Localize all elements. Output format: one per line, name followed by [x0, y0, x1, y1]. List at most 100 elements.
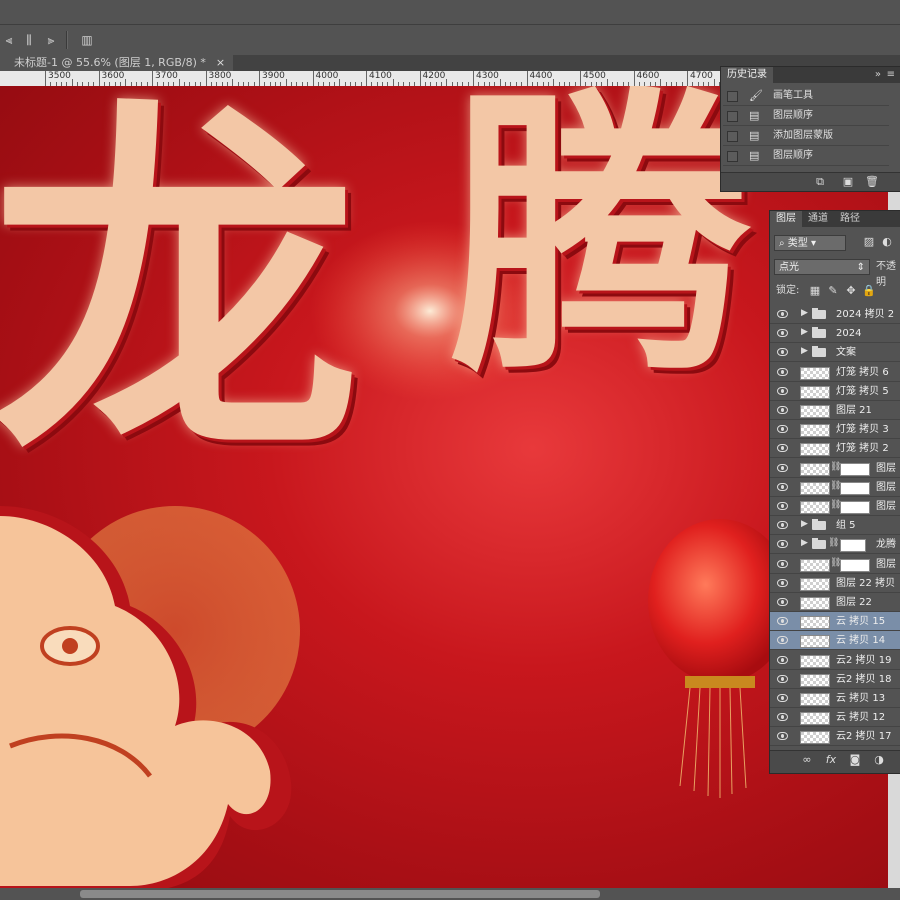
layer-mask-thumbnail[interactable] — [840, 501, 870, 514]
layer-thumbnail[interactable] — [800, 654, 830, 668]
layer-thumbnail[interactable] — [800, 481, 830, 495]
layer-row[interactable]: 灯笼 拷贝 2 — [770, 439, 900, 459]
visibility-eye-icon[interactable] — [777, 482, 788, 491]
lock-transparent-icon[interactable]: ▦ — [808, 284, 822, 298]
visibility-eye-icon[interactable] — [777, 540, 788, 549]
visibility-eye-icon[interactable] — [777, 636, 788, 645]
trash-icon[interactable]: 🗑 — [865, 175, 879, 189]
horizontal-scrollbar[interactable] — [0, 888, 900, 900]
layer-thumbnail[interactable] — [800, 462, 830, 476]
tab-history[interactable]: 历史记录 — [721, 67, 773, 83]
lock-pixels-icon[interactable]: ✎ — [826, 284, 840, 298]
visibility-eye-icon[interactable] — [777, 617, 788, 626]
layer-row[interactable]: ⛓ 图层 — [770, 459, 900, 478]
layer-row[interactable]: ▶ 组 5 — [770, 516, 900, 536]
expand-arrow-icon[interactable]: ▶ — [801, 538, 808, 548]
visibility-eye-icon[interactable] — [777, 444, 788, 453]
layer-row[interactable]: 云 拷贝 14 — [770, 631, 900, 651]
visibility-eye-icon[interactable] — [777, 559, 788, 568]
history-item[interactable]: 🖌 画笔工具 — [723, 86, 889, 106]
tab-channels[interactable]: 通道 — [802, 211, 834, 227]
visibility-eye-icon[interactable] — [777, 348, 788, 357]
visibility-eye-icon[interactable] — [777, 655, 788, 664]
layer-row[interactable]: 云 拷贝 12 — [770, 708, 900, 728]
layer-thumbnail[interactable] — [800, 597, 830, 610]
layer-row[interactable]: ⛓ 图层 — [770, 497, 900, 516]
visibility-eye-icon[interactable] — [777, 329, 788, 338]
visibility-eye-icon[interactable] — [777, 463, 788, 472]
history-item[interactable]: ▤ 添加图层蒙版 — [723, 126, 889, 146]
history-checkbox[interactable] — [727, 151, 738, 162]
expand-arrow-icon[interactable]: ▶ — [801, 308, 808, 318]
visibility-eye-icon[interactable] — [777, 578, 788, 587]
blend-mode-select[interactable]: 点光 ⇕ — [774, 259, 870, 275]
history-item[interactable]: ▤ 图层顺序 — [723, 106, 889, 126]
visibility-eye-icon[interactable] — [777, 386, 788, 395]
layer-mask-thumbnail[interactable] — [840, 558, 870, 572]
layer-thumbnail[interactable] — [800, 558, 830, 572]
lock-all-icon[interactable]: 🔒 — [862, 284, 876, 298]
layer-row[interactable]: ⛓ 图层 — [770, 478, 900, 497]
visibility-eye-icon[interactable] — [777, 598, 788, 606]
layer-row[interactable]: ⛓ 图层 — [770, 555, 900, 574]
layer-thumbnail[interactable] — [800, 635, 830, 649]
layer-filter-select[interactable]: ⌕ 类型 ▾ — [774, 235, 846, 251]
layer-row[interactable]: 灯笼 拷贝 5 — [770, 382, 900, 401]
layer-mask-thumbnail[interactable] — [840, 539, 866, 553]
layer-row[interactable]: 图层 22 拷贝 — [770, 574, 900, 593]
layer-row[interactable]: 云2 拷贝 19 — [770, 651, 900, 670]
layer-thumbnail[interactable] — [800, 443, 830, 457]
history-checkbox[interactable] — [727, 131, 738, 142]
layer-mask-thumbnail[interactable] — [840, 481, 870, 495]
align-right-icon[interactable]: ⫸ — [44, 33, 58, 47]
layer-row[interactable]: ▶ 2024 — [770, 324, 900, 344]
visibility-eye-icon[interactable] — [777, 310, 788, 318]
visibility-eye-icon[interactable] — [777, 674, 788, 683]
add-mask-icon[interactable]: ◙ — [848, 753, 862, 767]
layer-row[interactable]: 图层 22 — [770, 593, 900, 612]
layer-thumbnail[interactable] — [800, 501, 830, 514]
layer-row[interactable]: 云 拷贝 13 — [770, 689, 900, 708]
visibility-eye-icon[interactable] — [777, 502, 788, 510]
layer-thumbnail[interactable] — [800, 693, 830, 706]
camera-icon[interactable]: ▣ — [841, 175, 855, 189]
tab-layers[interactable]: 图层 — [770, 211, 802, 227]
layer-row[interactable]: 灯笼 拷贝 3 — [770, 420, 900, 440]
layer-row[interactable]: ▶ ⛓ 龙腾 — [770, 535, 900, 555]
layer-thumbnail[interactable] — [800, 731, 830, 745]
visibility-eye-icon[interactable] — [777, 713, 788, 722]
align-center-icon[interactable]: ⫼ — [22, 33, 36, 47]
layer-thumbnail[interactable] — [800, 385, 830, 399]
layer-thumbnail[interactable] — [800, 424, 830, 438]
expand-arrow-icon[interactable]: ▶ — [801, 519, 808, 529]
link-layers-icon[interactable]: ∞ — [800, 753, 814, 767]
panel-menu-icon[interactable]: ≡ — [881, 67, 900, 83]
close-tab-icon[interactable]: × — [216, 56, 225, 69]
layer-thumbnail[interactable] — [800, 712, 830, 726]
layer-mask-thumbnail[interactable] — [840, 462, 870, 476]
expand-arrow-icon[interactable]: ▶ — [801, 327, 808, 337]
visibility-eye-icon[interactable] — [777, 367, 788, 376]
document-tab[interactable]: 未标题-1 @ 55.6% (图层 1, RGB/8) * × — [0, 55, 234, 71]
image-filter-icon[interactable]: ▨ — [862, 235, 876, 249]
layer-thumbnail[interactable] — [800, 616, 830, 630]
new-document-icon[interactable]: ⧉ — [813, 175, 827, 189]
visibility-eye-icon[interactable] — [777, 425, 788, 434]
fx-icon[interactable]: fx — [824, 753, 838, 767]
tab-paths[interactable]: 路径 — [834, 211, 866, 227]
expand-arrow-icon[interactable]: ▶ — [801, 346, 808, 356]
artwork-canvas[interactable]: 龙 腾 — [0, 86, 888, 891]
mask-link-icon[interactable]: ⛓ — [828, 538, 839, 548]
visibility-eye-icon[interactable] — [777, 406, 788, 414]
align-left-icon[interactable]: ⫷ — [2, 33, 16, 47]
history-checkbox[interactable] — [727, 111, 738, 122]
scrollbar-thumb[interactable] — [80, 890, 600, 898]
adjustment-layer-icon[interactable]: ◑ — [872, 753, 886, 767]
layer-row[interactable]: 云2 拷贝 17 — [770, 727, 900, 747]
layer-row[interactable]: 云2 拷贝 18 — [770, 670, 900, 689]
visibility-eye-icon[interactable] — [777, 732, 788, 741]
distribute-icon[interactable]: ▥ — [80, 33, 94, 47]
layer-row[interactable]: ▶ 文案 — [770, 343, 900, 363]
layer-thumbnail[interactable] — [800, 577, 830, 591]
lock-position-icon[interactable]: ✥ — [844, 284, 858, 298]
